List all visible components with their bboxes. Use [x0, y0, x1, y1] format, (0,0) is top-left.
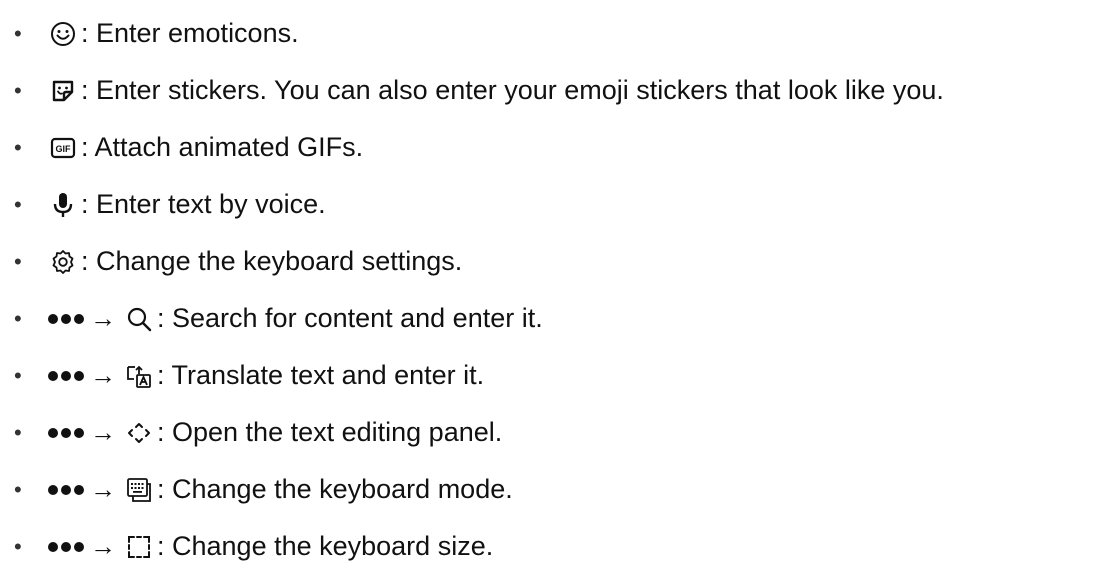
microphone-icon	[48, 190, 78, 220]
bullet: •	[14, 191, 22, 217]
item-text: : Search for content and enter it.	[157, 303, 543, 333]
bullet: •	[14, 20, 22, 46]
more-options-icon	[48, 541, 84, 552]
bullet: •	[14, 77, 22, 103]
more-options-icon	[48, 427, 84, 438]
emoticon-icon	[48, 19, 78, 49]
bullet: •	[14, 305, 22, 331]
more-options-icon	[48, 313, 84, 324]
keyboard-size-icon	[124, 532, 154, 562]
more-options-icon	[48, 370, 84, 381]
search-icon	[124, 304, 154, 334]
list-item-translate: • → : Translate text and enter it.	[0, 347, 1107, 404]
bullet: •	[14, 134, 22, 160]
list-item-search: • → : Search for content and enter it.	[0, 290, 1107, 347]
arrow: →	[90, 303, 116, 333]
list-item-voice: • : Enter text by voice.	[0, 176, 1107, 233]
bullet: •	[14, 248, 22, 274]
more-options-icon	[48, 484, 84, 495]
gif-icon: GIF	[48, 133, 78, 163]
item-text: : Enter stickers. You can also enter you…	[81, 75, 944, 105]
arrow: →	[90, 360, 116, 390]
bullet: •	[14, 419, 22, 445]
sticker-icon	[48, 76, 78, 106]
list-item-keyboard-size: • → : Change the keyboard size.	[0, 518, 1107, 575]
item-text: : Open the text editing panel.	[157, 417, 503, 447]
item-text: : Enter text by voice.	[81, 189, 326, 219]
bullet: •	[14, 476, 22, 502]
arrow: →	[90, 417, 116, 447]
keyboard-mode-icon	[124, 475, 154, 505]
text-editing-icon	[124, 418, 154, 448]
list-item-keyboard-mode: • → : Change the keyboard mode.	[0, 461, 1107, 518]
arrow: →	[90, 474, 116, 504]
item-text: : Attach animated GIFs.	[81, 132, 364, 162]
translate-icon	[124, 361, 154, 391]
gif-icon-label: GIF	[56, 144, 72, 154]
item-text: : Translate text and enter it.	[157, 360, 485, 390]
gear-icon	[48, 247, 78, 277]
item-text: : Change the keyboard settings.	[81, 246, 463, 276]
list-item-stickers: • : Enter stickers. You can also enter y…	[0, 62, 1107, 119]
item-text: : Change the keyboard mode.	[157, 474, 513, 504]
list-item-text-editing: • → : Open the text editing panel.	[0, 404, 1107, 461]
bullet: •	[14, 533, 22, 559]
item-text: : Change the keyboard size.	[157, 531, 494, 561]
list-item-gifs: • GIF : Attach animated GIFs.	[0, 119, 1107, 176]
list-item-emoticons: • : Enter emoticons.	[0, 5, 1107, 62]
bullet: •	[14, 362, 22, 388]
arrow: →	[90, 531, 116, 561]
item-text: : Enter emoticons.	[81, 18, 299, 48]
keyboard-features-list: • : Enter emoticons. • : Enter stickers.…	[0, 5, 1107, 575]
list-item-settings: • : Change the keyboard settings.	[0, 233, 1107, 290]
